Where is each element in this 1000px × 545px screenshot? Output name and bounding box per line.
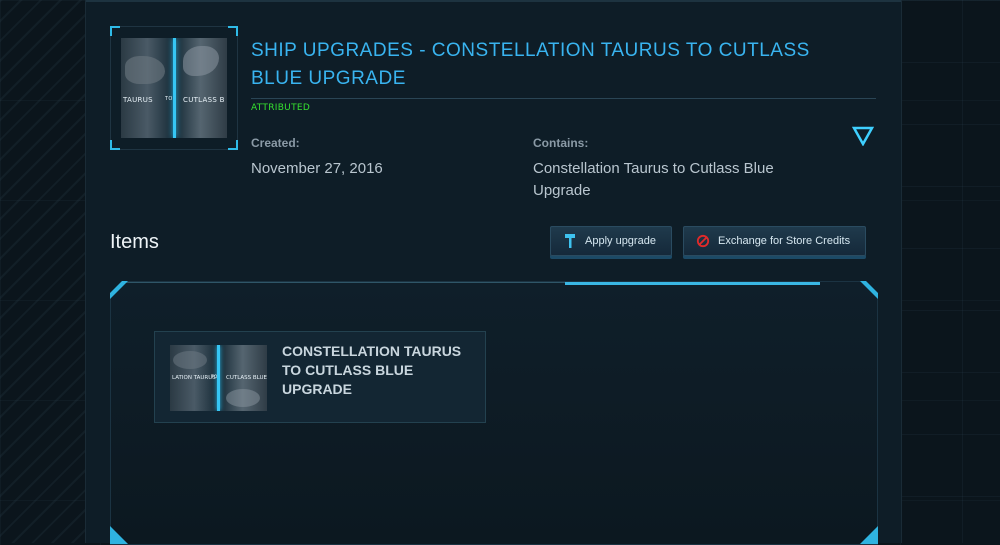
- thumbnail-right-label: CUTLASS B: [183, 96, 225, 104]
- contains-label: Contains:: [533, 136, 589, 150]
- item-card[interactable]: LATION TAURUS TO CUTLASS BLUE CONSTELLAT…: [154, 331, 486, 423]
- corner-accent: [860, 526, 878, 544]
- corner-accent: [228, 140, 238, 150]
- corner-accent: [228, 26, 238, 36]
- status-badge: ATTRIBUTED: [251, 103, 311, 113]
- items-container: LATION TAURUS TO CUTLASS BLUE CONSTELLAT…: [110, 281, 878, 545]
- corner-accent-inner: [110, 281, 122, 293]
- apply-upgrade-button[interactable]: Apply upgrade: [550, 226, 672, 256]
- item-thumbnail-left-label: LATION TAURUS: [172, 375, 216, 381]
- pledge-title: SHIP UPGRADES - CONSTELLATION TAURUS TO …: [251, 40, 810, 89]
- exchange-store-credits-button[interactable]: Exchange for Store Credits: [683, 226, 866, 256]
- prohibited-icon: [696, 234, 710, 248]
- corner-accent: [110, 140, 120, 150]
- pledge-thumbnail-frame[interactable]: TAURUS TO CUTLASS B: [110, 26, 238, 150]
- exchange-store-credits-label: Exchange for Store Credits: [718, 235, 851, 247]
- corner-accent: [110, 26, 120, 36]
- item-thumbnail-right-label: CUTLASS BLUE: [226, 375, 267, 381]
- items-glow-line: [565, 282, 820, 285]
- right-background: [900, 0, 1000, 543]
- thumbnail-middle-label: TO: [165, 96, 173, 102]
- item-title: CONSTELLATION TAURUS TO CUTLASS BLUE UPG…: [282, 343, 462, 397]
- corner-accent-inner: [866, 281, 878, 293]
- items-top-rule: [111, 282, 565, 283]
- created-value: November 27, 2016: [251, 160, 383, 177]
- item-thumbnail: LATION TAURUS TO CUTLASS BLUE: [170, 345, 267, 411]
- left-background: [0, 0, 85, 543]
- items-heading: Items: [110, 231, 159, 253]
- pledge-panel: TAURUS TO CUTLASS B SHIP UPGRADES - CONS…: [85, 0, 902, 545]
- ship-image-right: [183, 46, 219, 76]
- corner-accent: [110, 526, 128, 544]
- triangle-down-icon[interactable]: [852, 126, 874, 146]
- ship-image-right: [226, 389, 260, 407]
- ship-image-left: [125, 56, 165, 84]
- thumbnail-divider: [217, 345, 220, 411]
- pledge-thumbnail-image: TAURUS TO CUTLASS B: [121, 38, 227, 138]
- thumbnail-left-label: TAURUS: [123, 96, 153, 104]
- title-divider: [251, 98, 876, 99]
- ship-image-left: [173, 351, 207, 369]
- thumbnail-divider: [173, 38, 176, 138]
- apply-upgrade-label: Apply upgrade: [585, 235, 656, 247]
- item-thumbnail-middle-label: TO: [211, 375, 218, 380]
- hammer-icon: [565, 234, 575, 248]
- panel-top-border: [86, 0, 901, 2]
- created-label: Created:: [251, 136, 300, 150]
- contains-value: Constellation Taurus to Cutlass Blue Upg…: [533, 160, 774, 199]
